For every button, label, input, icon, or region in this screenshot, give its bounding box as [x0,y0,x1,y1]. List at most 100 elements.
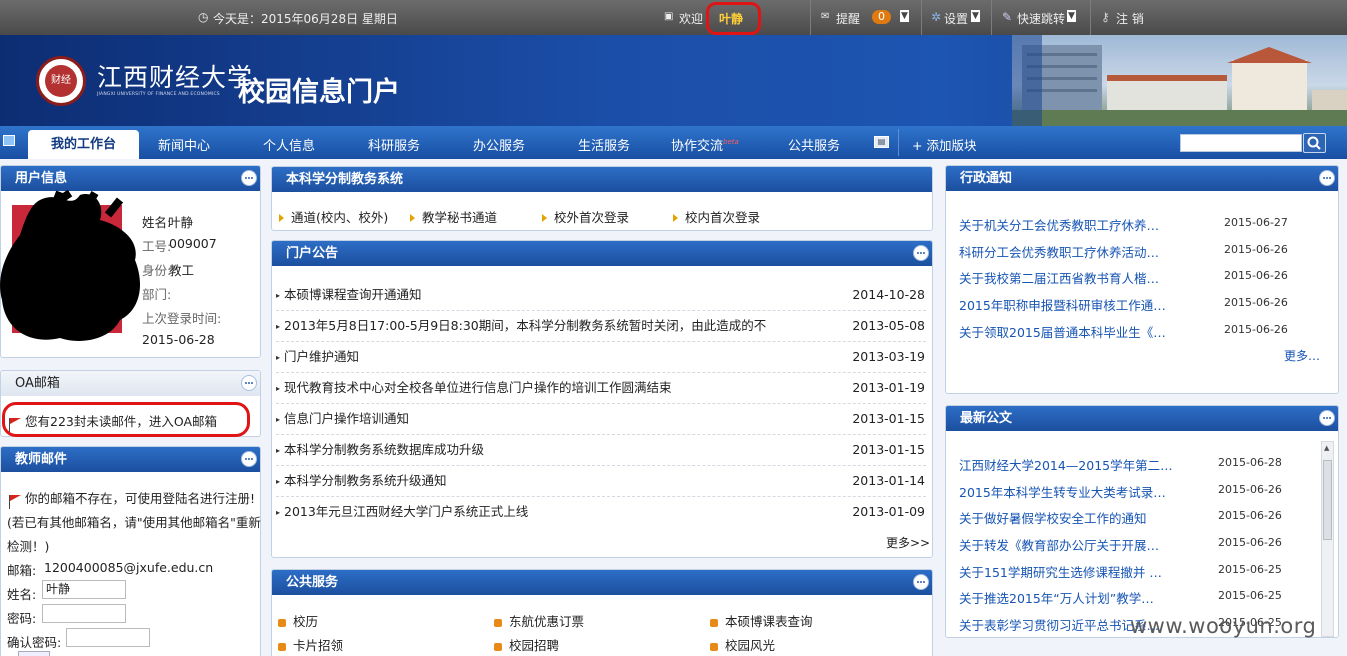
more-options-icon[interactable] [913,245,929,261]
announcement-title: 信息门户操作培训通知 [276,408,409,431]
more-link[interactable]: 更多… [1284,347,1320,364]
public-services-panel: 公共服务 [271,569,933,656]
tab-collaboration[interactable]: 协作交流 [671,135,723,154]
tab-personal-info[interactable]: 个人信息 [263,135,315,154]
chevron-down-icon[interactable]: ▼ [1067,10,1076,22]
search-icon [1307,136,1321,150]
list-item[interactable]: 关于我校第二届江西省教书育人楷… 2015-06-26 [959,268,1288,287]
more-options-icon[interactable] [1319,170,1335,186]
add-block-button[interactable]: + 添加版块 [912,135,976,154]
dot-icon [494,643,502,651]
doc-title: 关于151学期研究生选修课程撤并 … [959,565,1162,580]
panel-title: 公共服务 [286,575,339,590]
dot-icon [710,643,718,651]
list-item[interactable]: 本科学分制教务系统升级通知 2013-01-14 [276,466,926,497]
gear-icon: ✲ [931,10,942,24]
list-item[interactable]: 关于推选2015年“万人计划”教学… 2015-06-25 [959,588,1282,607]
announcement-title: 现代教育技术中心对全校各单位进行信息门户操作的培训工作圆满结束 [276,377,672,400]
list-item[interactable]: 本硕博课程查询开通通知 2014-10-28 [276,280,926,311]
list-item[interactable]: 关于表彰学习贯彻习近平总书记系… 2015-06-25 [959,615,1282,634]
more-options-icon[interactable] [241,451,257,467]
redaction-scribble [0,190,140,341]
portal-title: 校园信息门户 [238,77,400,108]
service-calendar[interactable]: 校历 [278,611,318,630]
academic-link-external-login[interactable]: 校外首次登录 [542,207,629,226]
list-item[interactable]: 本科学分制教务系统数据库成功升级 2013-01-15 [276,435,926,466]
search-button[interactable] [1303,133,1326,153]
scrollbar[interactable]: ▲ [1321,441,1334,637]
announcement-title: 2013年5月8日17:00-5月9日8:30期间，本科学分制教务系统暂时关闭，… [276,315,766,338]
academic-link-internal-login[interactable]: 校内首次登录 [673,207,760,226]
tab-my-workbench[interactable]: 我的工作台 [28,130,139,159]
service-timetable[interactable]: 本硕博课表查询 [710,611,813,630]
list-item[interactable]: 2015年本科学生转专业大类考试录… 2015-06-26 [959,482,1282,501]
confirm-password-label: 确认密码: [7,635,62,650]
list-item[interactable]: 江西财经大学2014—2015学年第二… 2015-06-28 [959,455,1282,474]
tab-office[interactable]: 办公服务 [473,135,525,154]
list-item[interactable]: 关于做好暑假学校安全工作的通知 2015-06-26 [959,508,1282,527]
list-item[interactable]: 2013年元旦江西财经大学门户系统正式上线 2013-01-09 [276,497,926,528]
more-options-icon[interactable] [241,375,257,391]
panel-header: OA邮箱 [1,371,260,396]
quick-jump-button[interactable]: 快速跳转 [1017,10,1065,27]
tab-public-services[interactable]: 公共服务 [788,135,840,154]
notice-title: 科研分工会优秀教职工疗休养活动… [959,245,1160,260]
more-options-icon[interactable] [1319,410,1335,426]
scrollbar-thumb[interactable] [1323,460,1332,540]
confirm-password-field[interactable] [66,628,150,647]
more-options-icon[interactable] [241,170,257,186]
academic-link-channel[interactable]: 通道(校内、校外) [279,207,388,226]
list-item[interactable]: 现代教育技术中心对全校各单位进行信息门户操作的培训工作圆满结束 2013-01-1… [276,373,926,404]
logout-button[interactable]: 注 销 [1116,10,1144,27]
arrow-up-icon[interactable]: ▲ [1324,444,1329,452]
panel-title: 最新公文 [960,411,1013,426]
list-item[interactable]: 关于转发《教育部办公厅关于开展… 2015-06-26 [959,535,1282,554]
arrow-icon [542,214,547,222]
announcement-date: 2013-01-15 [852,411,925,426]
list-item[interactable]: 科研分工会优秀教职工疗休养活动… 2015-06-26 [959,242,1288,261]
list-item[interactable]: 关于151学期研究生选修课程撤并 … 2015-06-25 [959,562,1282,581]
list-item[interactable]: 门户维护通知 2013-03-19 [276,342,926,373]
search-input[interactable] [1180,134,1302,152]
tab-news[interactable]: 新闻中心 [158,135,210,154]
card-icon[interactable]: ▤ [874,136,889,148]
more-link[interactable]: 更多>> [886,534,930,551]
doc-date: 2015-06-26 [1218,509,1282,522]
password-field[interactable] [42,604,126,623]
tab-life[interactable]: 生活服务 [578,135,630,154]
service-label: 校园风光 [725,638,776,653]
service-label: 东航优惠订票 [509,614,585,629]
highlight-circle [706,2,761,35]
remind-button[interactable]: 提醒 [836,10,860,27]
more-options-icon[interactable] [913,574,929,590]
service-label: 校园招聘 [509,638,560,653]
service-recruitment[interactable]: 校园招聘 [494,635,559,654]
name-field[interactable]: 叶静 [42,580,126,599]
notice-title: 关于领取2015届普通本科毕业生《… [959,325,1166,340]
list-item[interactable]: 信息门户操作培训通知 2013-01-15 [276,404,926,435]
service-scenery[interactable]: 校园风光 [710,635,775,654]
submit-button[interactable] [18,651,50,656]
panel-header: 本科学分制教务系统 [272,167,932,192]
academic-link-secretary[interactable]: 教学秘书通道 [410,207,497,226]
tab-research[interactable]: 科研服务 [368,135,420,154]
logo-text: 财经 [45,65,77,97]
mail-icon: ✉ [821,11,830,22]
settings-button[interactable]: 设置 [944,10,968,27]
link-label: 教学秘书通道 [422,210,498,225]
chevron-down-icon[interactable]: ▼ [900,10,909,22]
panel-title: 教师邮件 [15,452,68,467]
list-item[interactable]: 关于机关分工会优秀教职工疗休养… 2015-06-27 [959,215,1288,234]
dot-icon [710,619,718,627]
list-item[interactable]: 关于领取2015届普通本科毕业生《… 2015-06-26 [959,322,1288,341]
id-label: 工号: [142,239,172,254]
divider [921,0,922,35]
notice-date: 2015-06-26 [1224,269,1288,282]
service-card-claim[interactable]: 卡片招领 [278,635,343,654]
service-air-tickets[interactable]: 东航优惠订票 [494,611,584,630]
service-label: 卡片招领 [293,638,344,653]
layout-icon[interactable] [3,135,15,146]
list-item[interactable]: 2013年5月8日17:00-5月9日8:30期间，本科学分制教务系统暂时关闭，… [276,311,926,342]
list-item[interactable]: 2015年职称申报暨科研审核工作通… 2015-06-26 [959,295,1288,314]
chevron-down-icon[interactable]: ▼ [971,10,980,22]
